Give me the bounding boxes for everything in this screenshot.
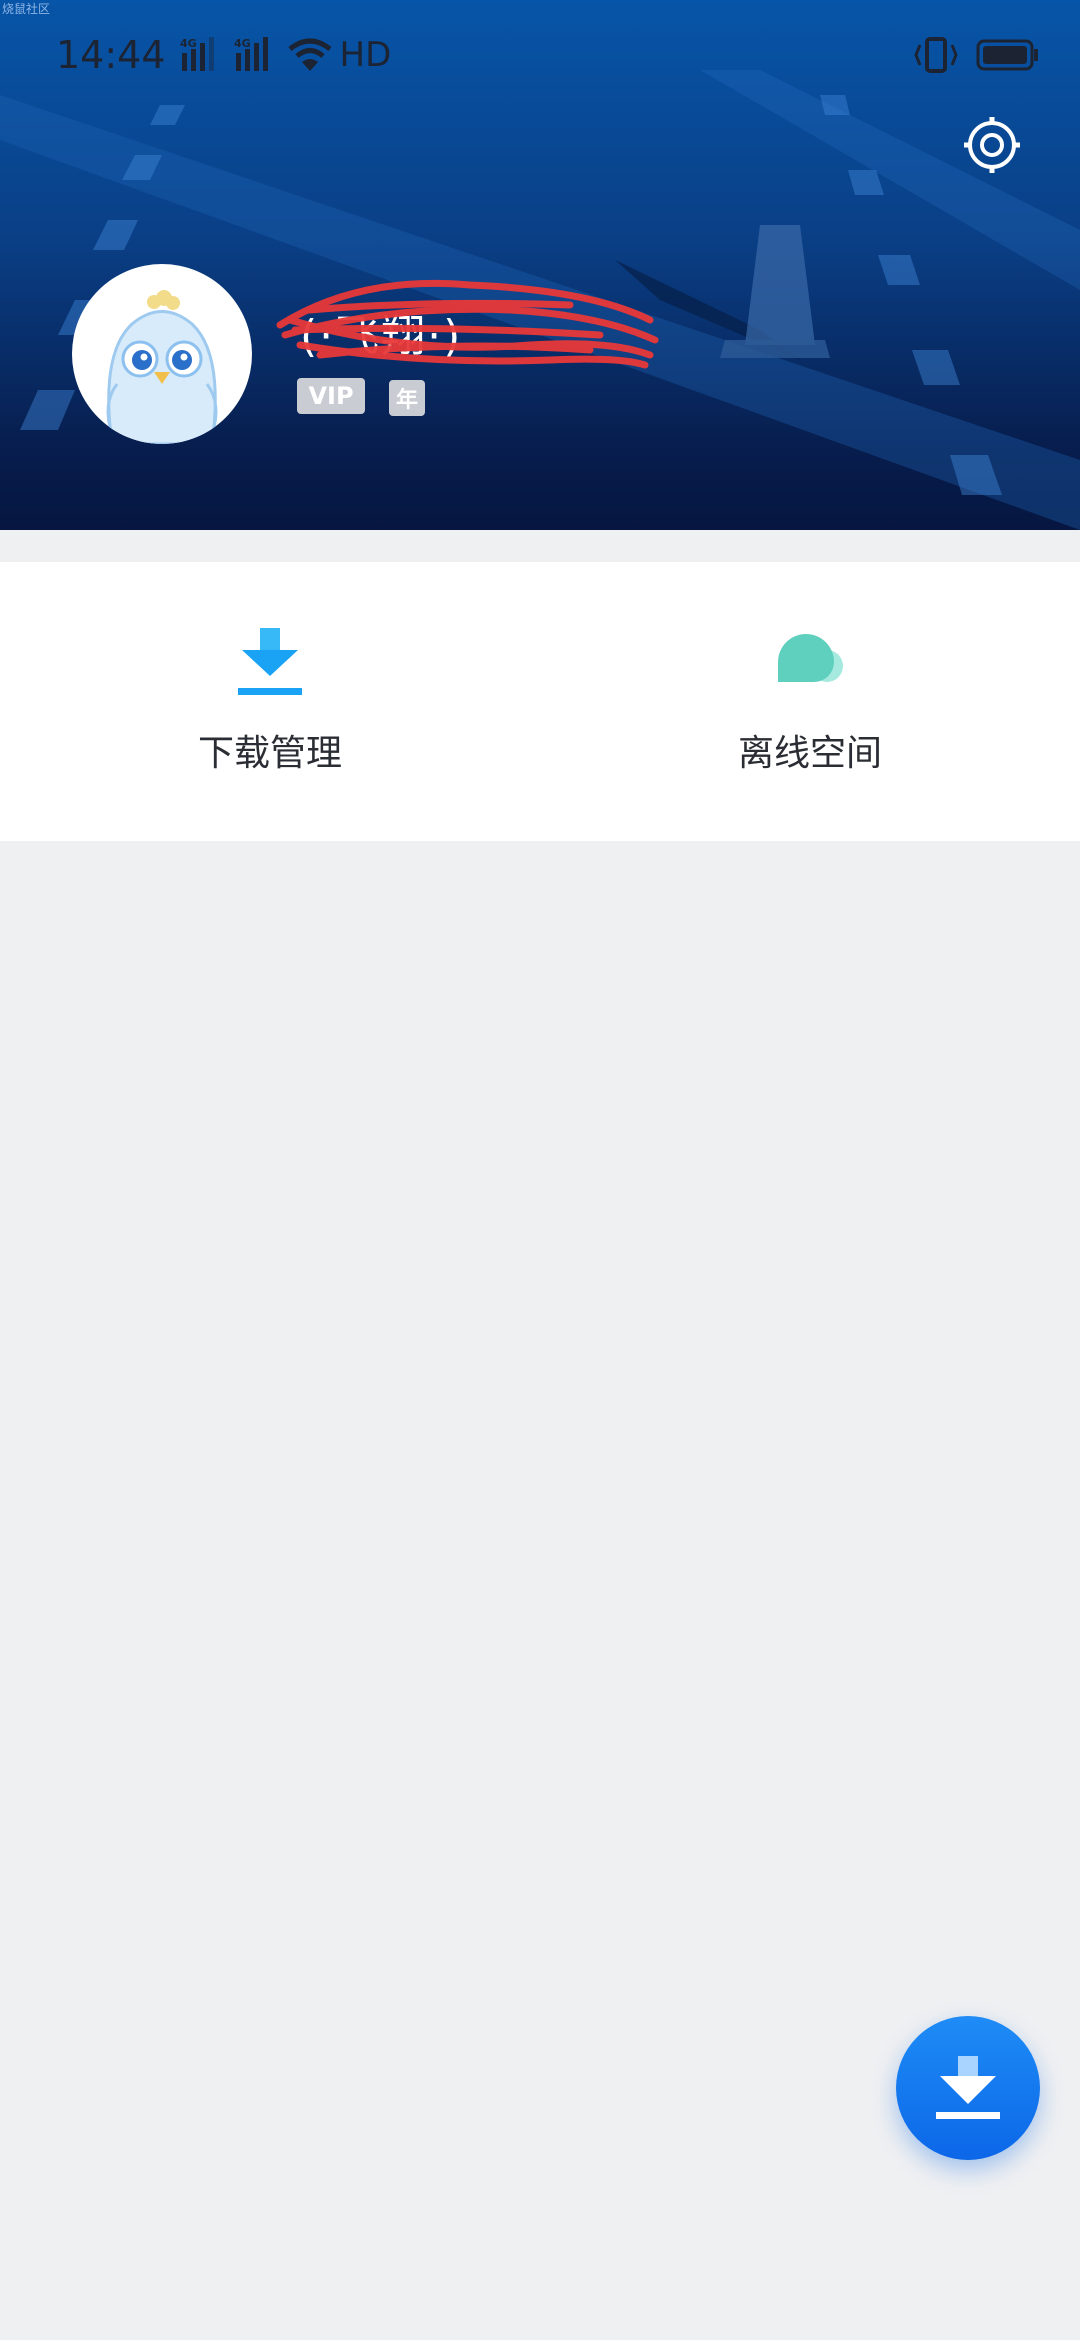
bird-mascot-icon (106, 290, 218, 444)
settings-gear-icon[interactable] (962, 115, 1022, 175)
status-bar-left: 14:44 4G 4G HD (56, 30, 391, 80)
download-manager-button[interactable]: 下载管理 (0, 562, 540, 841)
redaction-scribble (276, 279, 659, 369)
svg-text:4G: 4G (180, 37, 197, 50)
signal-icon: 4G (180, 37, 214, 71)
battery-icon (976, 39, 1038, 71)
vibrate-icon (914, 37, 958, 73)
wifi-icon (287, 38, 332, 71)
hd-label: HD (339, 35, 392, 75)
cloud-icon (778, 634, 843, 682)
status-bar-right (914, 30, 1040, 80)
avatar[interactable] (72, 264, 252, 444)
download-fab-button[interactable] (896, 2016, 1040, 2160)
svg-text:4G: 4G (234, 37, 251, 50)
offline-space-label: 离线空间 (737, 733, 882, 774)
download-manager-label: 下载管理 (197, 733, 342, 774)
feature-card: 下载管理 离线空间 (0, 562, 1080, 841)
download-fab-icon (936, 2056, 1000, 2119)
watermark: 烧鼠社区 (2, 2, 51, 16)
status-time: 14:44 (56, 33, 166, 77)
signal-icon-2: 4G (234, 37, 268, 71)
offline-space-button[interactable]: 离线空间 (540, 562, 1080, 841)
profile-header: 烧鼠社区 14:44 4G 4G HD (·飞翔·) VIP 年 (0, 0, 1080, 530)
annual-badge: 年 (389, 380, 425, 416)
download-icon (238, 628, 302, 695)
vip-badge: VIP (297, 378, 365, 414)
